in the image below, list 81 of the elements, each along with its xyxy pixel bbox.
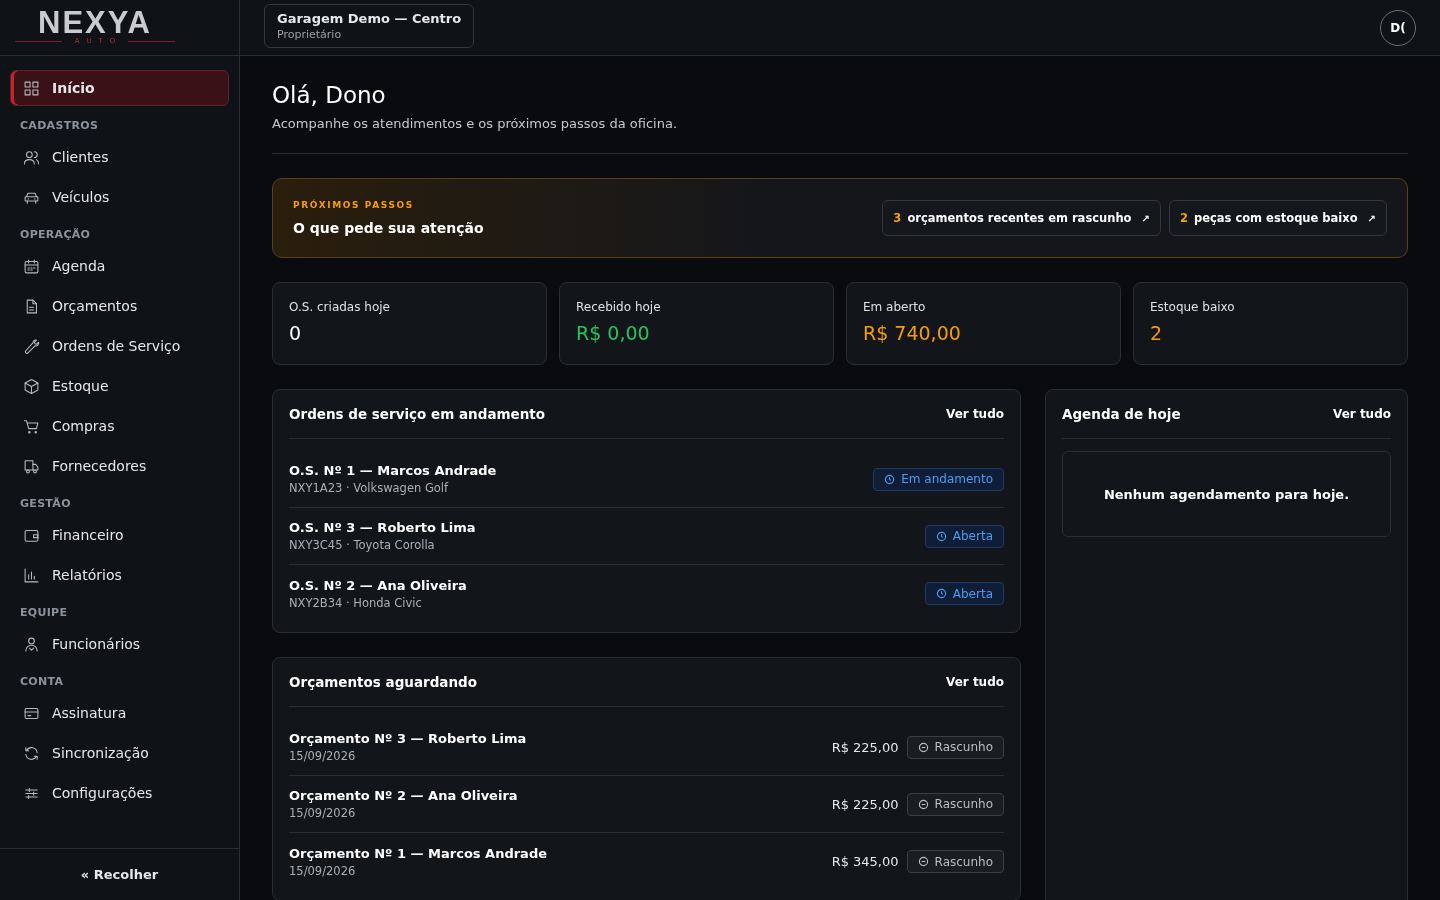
stat-label: Estoque baixo (1150, 300, 1236, 314)
cart-icon (23, 417, 40, 435)
grid-icon (23, 79, 40, 97)
row-subtitle: NXY1A23 · Volkswagen Golf (289, 481, 450, 495)
status-badge: Rascunho (906, 735, 1004, 759)
truck-icon (23, 457, 40, 475)
nav-section-label: OPERAÇÃO (19, 227, 92, 243)
sidebar-item[interactable]: Relatórios (10, 557, 229, 593)
clock-icon (935, 588, 947, 599)
wrench-icon (23, 337, 40, 355)
amount-text: R$ 225,00 (831, 796, 899, 812)
row-title: O.S. Nº 1 — Marcos Andrade (289, 463, 497, 478)
stat-value: R$ 0,00 (576, 322, 650, 344)
attention-link-button[interactable]: 2 peças com estoque baixo ↗ (1168, 200, 1387, 236)
stat-value: 0 (289, 322, 302, 344)
row-title: Orçamento Nº 1 — Marcos Andrade (289, 845, 547, 861)
sidebar-item[interactable]: Veículos (10, 179, 229, 215)
sync-icon (23, 744, 40, 762)
sidebar-item[interactable]: Agenda (10, 248, 229, 284)
banner-eyebrow: PRÓXIMOS PASSOS (293, 200, 415, 210)
nav-section-label: CONTA (19, 674, 65, 690)
sidebar-item[interactable]: Funcionários (10, 626, 229, 662)
calendar-icon (23, 257, 40, 275)
banner-title: O que pede sua atenção (293, 220, 484, 236)
sidebar-item[interactable]: Estoque (10, 368, 229, 404)
nav-section-label: EQUIPE (19, 605, 69, 621)
stat-value: 2 (1150, 322, 1163, 344)
workspace-switcher[interactable]: Garagem Demo — Centro Proprietário (264, 4, 475, 48)
row-title: Orçamento Nº 3 — Roberto Lima (289, 731, 527, 746)
amount-text: R$ 345,00 (831, 854, 899, 869)
stat-label: O.S. criadas hoje (289, 300, 391, 314)
sidebar-item[interactable]: Clientes (10, 139, 229, 175)
view-all-link[interactable]: Ver tudo (946, 407, 1004, 421)
page-subtitle: Acompanhe os atendimentos e os próximos passos da oficina. (272, 116, 679, 131)
nav-section-label: CADASTROS (19, 118, 100, 134)
stat-value: R$ 740,00 (863, 322, 961, 344)
sidebar-item[interactable]: Fornecedores (10, 448, 229, 484)
status-badge: Rascunho (906, 792, 1004, 816)
users-icon (23, 148, 40, 166)
sidebar-item[interactable]: Orçamentos (10, 288, 229, 324)
sidebar-item[interactable]: Sincronização (10, 735, 229, 771)
minus-circle-icon (917, 798, 929, 810)
view-all-link[interactable]: Ver tudo (946, 675, 1004, 689)
bar-chart-icon (23, 566, 40, 584)
collapse-button[interactable]: « Recolher (74, 866, 165, 883)
minus-circle-icon (917, 741, 929, 753)
sidebar-item[interactable]: Configurações (10, 775, 229, 811)
row-subtitle: 15/09/2026 (289, 806, 357, 820)
nav-section-label: GESTÃO (19, 496, 72, 512)
stat-label: Recebido hoje (576, 300, 662, 314)
row-title: O.S. Nº 2 — Ana Oliveira (289, 577, 467, 593)
row-subtitle: NXY2B34 · Honda Civic (289, 595, 423, 610)
clock-icon (884, 473, 896, 485)
status-badge: Aberta (924, 524, 1004, 548)
row-subtitle: 15/09/2026 (289, 749, 357, 763)
page-title: Olá, Dono (272, 82, 387, 108)
row-title: O.S. Nº 3 — Roberto Lima (289, 520, 476, 535)
person-icon (23, 635, 40, 653)
view-all-link[interactable]: Ver tudo (1333, 407, 1391, 421)
sidebar-item[interactable]: Compras (10, 408, 229, 444)
card-title: Agenda de hoje (1062, 406, 1181, 422)
row-title: Orçamento Nº 2 — Ana Oliveira (289, 788, 518, 803)
sidebar-item[interactable]: Financeiro (10, 517, 229, 553)
status-badge: Em andamento (873, 467, 1004, 491)
clock-icon (935, 530, 947, 542)
empty-state-message: Nenhum agendamento para hoje. (1103, 486, 1350, 502)
box-icon (23, 377, 40, 395)
sidebar-item[interactable]: Início (10, 70, 229, 106)
card-title: Orçamentos aguardando (289, 674, 478, 690)
status-badge: Aberta (924, 582, 1004, 605)
status-badge: Rascunho (906, 850, 1004, 873)
row-subtitle: 15/09/2026 (289, 863, 357, 878)
sidebar-item[interactable]: Assinatura (10, 695, 229, 731)
card-title: Ordens de serviço em andamento (289, 406, 546, 422)
stat-label: Em aberto (863, 300, 927, 314)
attention-link-button[interactable]: 3 orçamentos recentes em rascunho ↗ (882, 200, 1161, 236)
minus-circle-icon (917, 856, 929, 867)
row-subtitle: NXY3C45 · Toyota Corolla (289, 538, 436, 552)
sidebar-item[interactable]: Ordens de Serviço (10, 328, 229, 364)
logo-wordmark: NEXYA (38, 9, 152, 37)
amount-text: R$ 225,00 (831, 739, 899, 755)
